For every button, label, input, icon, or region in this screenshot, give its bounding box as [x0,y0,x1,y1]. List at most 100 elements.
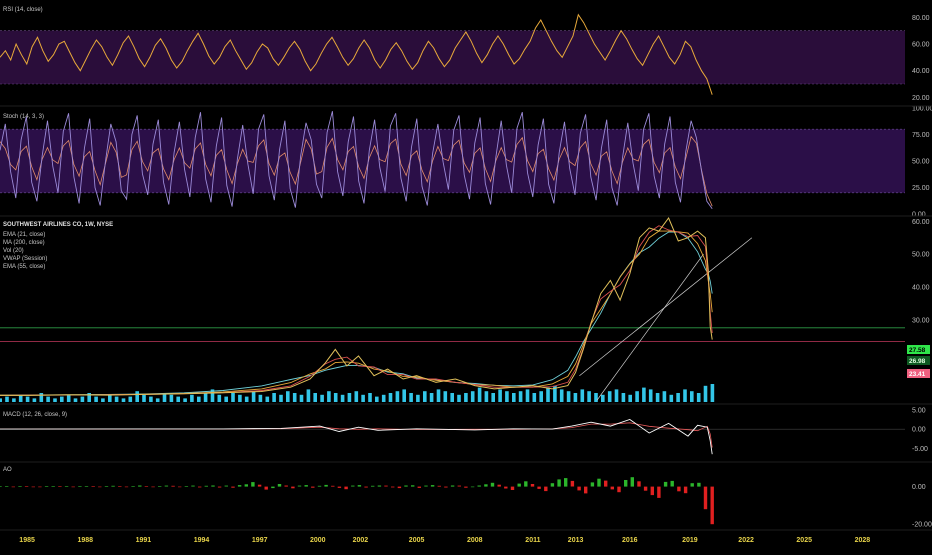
year-tick-label: 2028 [855,537,871,544]
ao-bar [11,486,15,488]
volume-bar [53,398,57,402]
volume-bar [340,394,345,402]
price-tag-dark: 26.98 [909,358,926,365]
volume-bar [457,394,461,402]
volume-bar [292,393,297,402]
volume-bar [655,393,660,402]
ao-bar [64,486,69,487]
ao-bar [331,485,335,487]
ao-bar [424,485,428,487]
axis-tick-label: 20.00 [912,95,930,102]
volume-bar [470,391,475,402]
ao-bar [324,484,328,487]
ao-bar [317,485,322,487]
ao-bar [377,485,382,487]
volume-bar [238,394,242,402]
volume-bar [0,398,2,402]
chart-canvas[interactable]: RSI (14, close) 80.00 60.00 40.00 20.00 Sto… [0,0,932,550]
price-tags: 27.58 26.98 23.41 [907,345,930,378]
volume-bar [559,389,564,402]
ao-bar [84,486,89,487]
ao-bar [111,485,115,487]
ao-bar [530,484,535,487]
volume-bar [395,391,400,402]
ao-bar [584,486,588,494]
volume-bar [477,387,482,402]
ao-bar [597,478,601,487]
ao-bar [710,486,714,525]
volume-bar [244,396,249,402]
axis-tick-label: 80.00 [912,15,930,22]
ao-bar [497,484,501,487]
volume-bar [423,391,427,402]
volume-bar [155,398,160,402]
ao-bar [31,486,35,488]
volume-bar [135,391,139,402]
ao-bar [544,486,548,492]
stoch-title: Stoch (14, 3, 3) [3,114,44,120]
volume-bar [648,389,653,402]
volume-bar [354,391,359,402]
ao-bar [144,486,149,487]
volume-bar [142,394,146,402]
rsi-overbought-oversold-band [0,30,905,85]
volume-bar [662,391,667,402]
volume-bar [306,389,311,402]
volume-bar [361,394,365,402]
volume-bar [512,393,516,402]
year-tick-label: 2000 [310,537,326,544]
ao-bar [364,486,368,488]
volume-bar [703,385,708,402]
axis-tick-label: 100.00 [912,106,932,113]
volume-bar [614,389,619,402]
volume-bar [402,389,406,402]
ao-bar [104,486,109,487]
price-tag-red: 23.41 [909,371,926,378]
legend-ma200[interactable]: MA (200, close) [3,240,45,246]
volume-bar [450,393,454,402]
ao-bar [251,482,255,487]
ao-bar [257,484,262,487]
ao-bar [470,486,475,488]
axis-tick-label: 40.00 [912,68,930,75]
legend-vol[interactable]: Vol (20) [3,248,24,254]
ao-bar [384,485,388,487]
legend-ema55[interactable]: EMA (55, close) [3,264,45,270]
ao-bar [271,486,275,489]
volume-bar [505,391,509,402]
volume-bar [710,384,715,402]
volume-bar [108,394,112,402]
ao-bar [404,485,408,487]
ao-bar [391,486,395,488]
volume-bar [539,391,543,402]
volume-bar [251,391,256,402]
ao-bar [51,486,55,487]
volume-bar [491,393,495,402]
ao-bar [610,486,614,490]
volume-bar [580,389,585,402]
ao-bar [510,486,515,490]
volume-bar [484,391,489,402]
legend-vwap[interactable]: VWAP (Session) [3,256,47,262]
ao-bar [164,485,169,487]
ao-bar [517,483,521,487]
chart-root[interactable]: RSI (14, close) 80.00 60.00 40.00 20.00 Sto… [0,0,932,550]
volume-bar [690,391,694,402]
year-tick-label: 1997 [252,537,268,544]
ao-bar [477,485,481,487]
year-tick-label: 1991 [136,537,152,544]
year-tick-label: 2016 [622,537,638,544]
ao-bar [590,482,595,487]
ao-bar [643,486,648,491]
volume-bar [183,398,187,402]
volume-bar [696,393,701,402]
legend-ema21[interactable]: EMA (21, close) [3,232,45,238]
volume-bar [258,394,263,402]
year-tick-label: 1988 [78,537,94,544]
volume-bar [114,396,119,402]
ao-bar [371,485,375,487]
ao-bar [397,486,402,489]
ao-bar [284,485,288,487]
volume-bar [594,393,598,402]
volume-bar [429,393,434,402]
